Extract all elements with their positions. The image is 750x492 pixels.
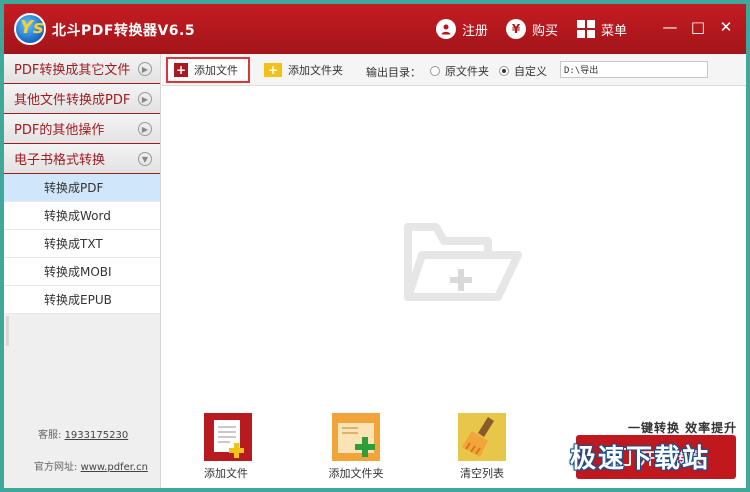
maximize-button[interactable]: □ [688, 17, 708, 37]
slogan-text: 一键转换 效率提升 [628, 421, 738, 435]
clear-list-label: 清空列表 [460, 467, 504, 480]
category-label: 电子书格式转换 [14, 153, 106, 168]
menu-label: 菜单 [601, 23, 628, 39]
add-folder-large-label: 添加文件夹 [328, 467, 384, 480]
radio-icon [430, 66, 440, 76]
sidebar-category-pdf-other-ops[interactable]: PDF的其他操作 ▶ [4, 114, 160, 144]
register-label: 注册 [462, 23, 489, 39]
app-logo-icon: Ys [14, 13, 46, 45]
site-contact: 官方网址: www.pdfer.cn [4, 458, 161, 473]
add-folder-button[interactable]: + 添加文件夹 [258, 57, 349, 83]
yen-icon: ¥ [506, 19, 526, 39]
chevron-right-icon: ▶ [138, 62, 152, 76]
qq-contact: 客服: 1933175230 [4, 426, 161, 441]
sidebar-item-to-word[interactable]: 转换成Word [4, 202, 160, 230]
site-label: 官方网址: [34, 462, 78, 473]
file-drop-area[interactable] [162, 87, 746, 405]
register-button[interactable]: 注册 [436, 18, 488, 40]
grid-menu-icon [577, 20, 595, 38]
sidebar-category-other-to-pdf[interactable]: 其他文件转换成PDF ▶ [4, 84, 160, 114]
add-file-large-button[interactable] [204, 413, 252, 461]
sidebar-category-pdf-to-other[interactable]: PDF转换成其它文件 ▶ [4, 54, 160, 84]
sidebar-item-to-pdf[interactable]: 转换成PDF [4, 174, 160, 202]
output-dir-label: 输出目录： [366, 66, 421, 79]
radio-custom-folder[interactable]: 自定义 [499, 63, 547, 79]
watermark-text: 极速下载站 [570, 444, 711, 474]
add-file-label: 添加文件 [194, 64, 238, 77]
chevron-right-icon: ▶ [138, 122, 152, 136]
radio-selected-icon [499, 66, 509, 76]
add-file-large-label: 添加文件 [204, 467, 248, 480]
qq-link[interactable]: 1933175230 [65, 430, 129, 441]
radio-custom-label: 自定义 [514, 65, 547, 78]
title-bar[interactable]: Ys 北斗PDF转换器V6.5 注册 ¥ 购买 菜单 — □ ✕ [4, 4, 746, 54]
qq-label: 客服: [38, 430, 62, 441]
radio-source-folder[interactable]: 原文件夹 [430, 63, 489, 79]
sidebar-item-to-txt[interactable]: 转换成TXT [4, 230, 160, 258]
radio-source-label: 原文件夹 [445, 65, 489, 78]
category-label: 其他文件转换成PDF [14, 93, 131, 108]
add-folder-icon: + [264, 63, 282, 77]
chevron-right-icon: ▶ [138, 92, 152, 106]
sidebar: PDF转换成其它文件 ▶ 其他文件转换成PDF ▶ PDF的其他操作 ▶ 电子书… [4, 54, 161, 488]
add-file-button[interactable]: + 添加文件 [166, 57, 250, 83]
buy-button[interactable]: ¥ 购买 [506, 18, 558, 40]
add-folder-label: 添加文件夹 [288, 64, 343, 77]
clear-list-button[interactable] [458, 413, 506, 461]
close-button[interactable]: ✕ [716, 17, 736, 37]
add-folder-placeholder-icon [404, 223, 522, 301]
site-link[interactable]: www.pdfer.cn [81, 462, 148, 473]
resize-handle[interactable] [6, 316, 9, 346]
chevron-down-icon: ▼ [138, 152, 152, 166]
add-file-icon: + [174, 63, 188, 77]
menu-button[interactable]: 菜单 [577, 18, 627, 40]
category-label: PDF转换成其它文件 [14, 63, 131, 78]
toolbar: + 添加文件 + 添加文件夹 输出目录： 原文件夹 自定义 D:\导出 [162, 54, 746, 86]
sidebar-item-to-epub[interactable]: 转换成EPUB [4, 286, 160, 314]
app-window: Ys 北斗PDF转换器V6.5 注册 ¥ 购买 菜单 — □ ✕ PDF转换成其… [4, 4, 746, 488]
sidebar-category-ebook[interactable]: 电子书格式转换 ▼ [4, 144, 160, 174]
category-label: PDF的其他操作 [14, 123, 105, 138]
output-path-input[interactable]: D:\导出 [560, 61, 708, 78]
app-title: 北斗PDF转换器V6.5 [52, 23, 196, 39]
user-icon [436, 19, 456, 39]
sidebar-item-to-mobi[interactable]: 转换成MOBI [4, 258, 160, 286]
buy-label: 购买 [532, 23, 559, 39]
add-folder-large-button[interactable] [332, 413, 380, 461]
minimize-button[interactable]: — [660, 17, 680, 37]
